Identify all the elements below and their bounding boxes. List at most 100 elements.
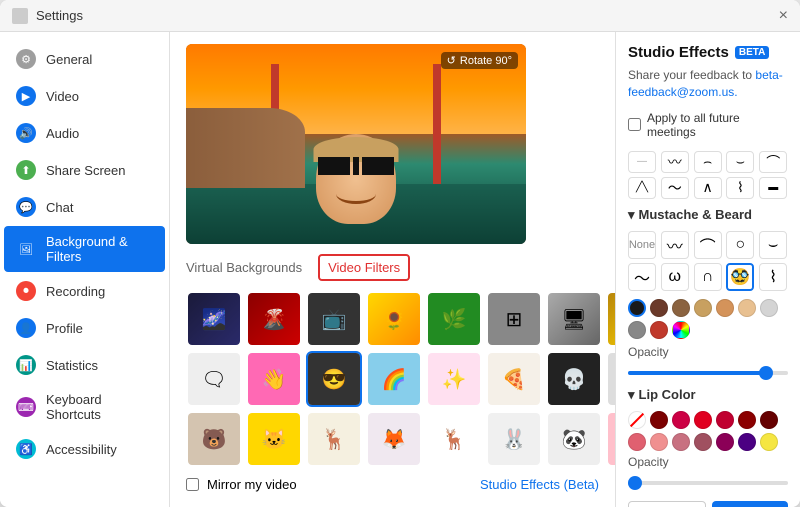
mirror-left: Mirror my video xyxy=(186,477,297,492)
sidebar-item-accessibility[interactable]: ♿ Accessibility xyxy=(4,431,165,467)
lip-yellow[interactable] xyxy=(760,433,778,451)
mustache-opacity-slider[interactable] xyxy=(628,371,788,375)
chevron-down-icon: ▾ xyxy=(628,207,635,223)
lip-purple[interactable] xyxy=(738,433,756,451)
lip-mauve[interactable] xyxy=(672,433,690,451)
sidebar-item-profile[interactable]: 👤 Profile xyxy=(4,310,165,346)
lip-mulberry[interactable] xyxy=(716,433,734,451)
filter-sunflower[interactable]: 🌻 xyxy=(366,291,422,347)
bottom-buttons: Reset Close xyxy=(628,501,788,507)
filter-fox[interactable]: 🦊 xyxy=(366,411,422,467)
filter-bunny[interactable]: 🐰 xyxy=(486,411,542,467)
mustache-7[interactable]: ∩ xyxy=(694,263,722,291)
sidebar-item-chat[interactable]: 💬 Chat xyxy=(4,189,165,225)
color-tan[interactable] xyxy=(694,299,712,317)
brow-1[interactable]: 〰 xyxy=(661,151,689,173)
video-filters-tab[interactable]: Video Filters xyxy=(318,254,410,281)
mustache-none[interactable]: None xyxy=(628,231,656,259)
lip-red[interactable] xyxy=(694,411,712,429)
lip-magenta[interactable] xyxy=(672,411,690,429)
mustache-6[interactable]: ω xyxy=(661,263,689,291)
filter-wave[interactable]: 👋 xyxy=(246,351,302,407)
apply-checkbox[interactable] xyxy=(628,118,641,131)
color-brown-mid[interactable] xyxy=(672,299,690,317)
mustache-9[interactable]: ⌇ xyxy=(759,263,787,291)
sidebar-label-recording: Recording xyxy=(46,284,105,299)
lip-darkred[interactable] xyxy=(650,411,668,429)
filter-space[interactable]: 🌌 xyxy=(186,291,242,347)
color-gray[interactable] xyxy=(628,321,646,339)
lip-opacity-slider[interactable] xyxy=(628,481,788,485)
virtual-backgrounds-tab[interactable]: Virtual Backgrounds xyxy=(186,260,302,275)
sidebar-item-video[interactable]: ▶ Video xyxy=(4,78,165,114)
color-rainbow[interactable] xyxy=(672,321,690,339)
lip-maroon[interactable] xyxy=(738,411,756,429)
mustache-8-selected[interactable]: 🥸 xyxy=(726,263,754,291)
filter-sparkle[interactable]: ✨ xyxy=(426,351,482,407)
brow-7[interactable]: ∧ xyxy=(694,177,722,199)
color-red-hair[interactable] xyxy=(650,321,668,339)
filter-panda[interactable]: 🐼 xyxy=(546,411,602,467)
brow-none[interactable]: — xyxy=(628,151,656,173)
lip-dusty-rose[interactable] xyxy=(694,433,712,451)
lip-no-color[interactable] xyxy=(628,411,646,429)
filter-tv[interactable]: 📺 xyxy=(306,291,362,347)
background-filters-icon: 🖼 xyxy=(16,239,36,259)
filter-pig[interactable]: 🐷 xyxy=(606,411,615,467)
color-peach[interactable] xyxy=(716,299,734,317)
color-light[interactable] xyxy=(738,299,756,317)
brow-9[interactable]: ▬ xyxy=(759,177,787,199)
filter-red[interactable]: 🌋 xyxy=(246,291,302,347)
brow-6[interactable]: 〜 xyxy=(661,177,689,199)
filter-skull[interactable]: 💀 xyxy=(546,351,602,407)
filter-pizza[interactable]: 🍕 xyxy=(486,351,542,407)
brow-2[interactable]: ⌢ xyxy=(694,151,722,173)
studio-effects-link[interactable]: Studio Effects (Beta) xyxy=(480,477,599,492)
mirror-checkbox[interactable] xyxy=(186,478,199,491)
filter-sunglasses-selected[interactable]: 😎 xyxy=(306,351,362,407)
filter-medal[interactable]: 🏅 xyxy=(606,291,615,347)
sidebar-item-audio[interactable]: 🔊 Audio xyxy=(4,115,165,151)
brow-3[interactable]: ⌣ xyxy=(726,151,754,173)
close-button[interactable]: Close xyxy=(712,501,788,507)
filter-speech[interactable]: 🗨 xyxy=(186,351,242,407)
sidebar-label-statistics: Statistics xyxy=(46,358,98,373)
sidebar-item-recording[interactable]: ⏺ Recording xyxy=(4,273,165,309)
mustache-5[interactable]: 〜 xyxy=(628,263,656,291)
sidebar-item-statistics[interactable]: 📊 Statistics xyxy=(4,347,165,383)
sidebar-label-profile: Profile xyxy=(46,321,83,336)
filter-expand[interactable]: ⊞ xyxy=(486,291,542,347)
color-black[interactable] xyxy=(628,299,646,317)
filter-deer[interactable]: 🦌 xyxy=(306,411,362,467)
mustache-4[interactable]: ⌣ xyxy=(759,231,787,259)
sidebar-item-keyboard-shortcuts[interactable]: ⌨ Keyboard Shortcuts xyxy=(4,384,165,430)
filter-monitor[interactable]: 🖥 xyxy=(546,291,602,347)
lip-rose[interactable] xyxy=(628,433,646,451)
color-brown-dark[interactable] xyxy=(650,299,668,317)
brow-8[interactable]: ⌇ xyxy=(726,177,754,199)
rotate-button[interactable]: ↺ Rotate 90° xyxy=(441,52,518,69)
mustache-2[interactable]: ⌒ xyxy=(694,231,722,259)
brow-4[interactable]: ⌒ xyxy=(759,151,787,173)
color-silver[interactable] xyxy=(760,299,778,317)
lip-crimson[interactable] xyxy=(716,411,734,429)
lip-dark-maroon[interactable] xyxy=(760,411,778,429)
lip-color-section-header[interactable]: ▾ Lip Color xyxy=(628,387,788,403)
filter-forest[interactable]: 🌿 xyxy=(426,291,482,347)
sidebar-item-share-screen[interactable]: ⬆ Share Screen xyxy=(4,152,165,188)
brow-5[interactable]: ╱╲ xyxy=(628,177,656,199)
lip-pink[interactable] xyxy=(650,433,668,451)
filter-ghost[interactable]: 👻 xyxy=(606,351,615,407)
sidebar-item-general[interactable]: ⚙ General xyxy=(4,41,165,77)
mustache-section-header[interactable]: ▾ Mustache & Beard xyxy=(628,207,788,223)
filter-cat[interactable]: 🐱 xyxy=(246,411,302,467)
mustache-3[interactable]: ○ xyxy=(726,231,754,259)
mustache-1[interactable]: 〰 xyxy=(661,231,689,259)
close-window-button[interactable]: × xyxy=(779,7,788,25)
filter-bear[interactable]: 🐻 xyxy=(186,411,242,467)
filter-reindeer[interactable]: 🦌 xyxy=(426,411,482,467)
sidebar-item-background-filters[interactable]: 🖼 Background & Filters xyxy=(4,226,165,272)
filter-rainbow[interactable]: 🌈 xyxy=(366,351,422,407)
reset-button[interactable]: Reset xyxy=(628,501,706,507)
window-icon xyxy=(12,8,28,24)
